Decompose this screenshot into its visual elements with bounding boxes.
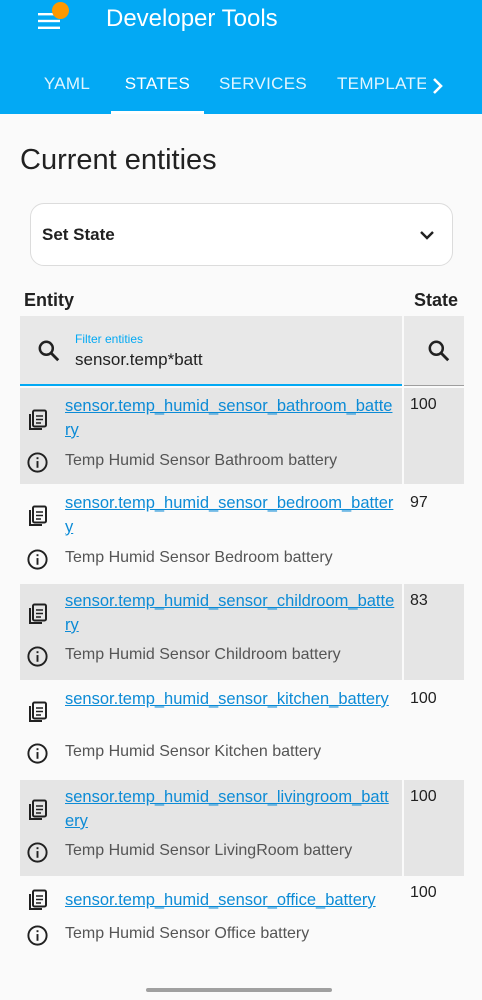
entity-id-link[interactable]: sensor.temp_humid_sensor_office_battery	[65, 888, 397, 912]
entity-id-link[interactable]: sensor.temp_humid_sensor_kitchen_battery	[65, 687, 397, 711]
clipboard-copy-icon[interactable]	[26, 700, 50, 724]
clipboard-copy-icon[interactable]	[26, 408, 50, 432]
chevron-down-icon	[420, 231, 434, 240]
app-title: Developer Tools	[106, 5, 278, 32]
clipboard-copy-icon[interactable]	[26, 504, 50, 528]
entity-friendly-name: Temp Humid Sensor Childroom battery	[65, 646, 341, 663]
table-row: sensor.temp_humid_sensor_bedroom_battery…	[20, 486, 464, 582]
table-row: sensor.temp_humid_sensor_office_battery …	[20, 878, 464, 958]
set-state-expander[interactable]: Set State	[30, 203, 453, 266]
entity-id-link[interactable]: sensor.temp_humid_sensor_childroom_batte…	[65, 589, 397, 637]
entity-cell: sensor.temp_humid_sensor_bedroom_battery…	[20, 486, 402, 582]
entity-id-link[interactable]: sensor.temp_humid_sensor_livingroom_batt…	[65, 785, 397, 833]
info-icon[interactable]	[26, 841, 49, 864]
search-icon	[428, 340, 450, 362]
table-row: sensor.temp_humid_sensor_childroom_batte…	[20, 584, 464, 680]
entity-friendly-name: Temp Humid Sensor Office battery	[65, 925, 310, 942]
filter-entities-label: Filter entities	[75, 332, 144, 346]
entity-friendly-name: Temp Humid Sensor LivingRoom battery	[65, 842, 353, 859]
search-icon	[38, 340, 60, 362]
tab-yaml[interactable]: YAML	[22, 56, 112, 114]
tab-services[interactable]: SERVICES	[210, 56, 316, 114]
table-row: sensor.temp_humid_sensor_kitchen_battery…	[20, 682, 464, 778]
state-filter-field[interactable]	[404, 316, 464, 386]
column-header-state[interactable]: State	[414, 290, 458, 311]
clipboard-copy-icon[interactable]	[26, 798, 50, 822]
entity-cell: sensor.temp_humid_sensor_childroom_batte…	[20, 584, 402, 680]
tab-states[interactable]: STATES	[111, 56, 204, 114]
filter-entities-input[interactable]: sensor.temp*batt	[75, 350, 203, 370]
state-cell: 97	[410, 494, 428, 511]
page-title: Current entities	[20, 144, 217, 176]
entity-filter-field[interactable]: Filter entities sensor.temp*batt	[20, 316, 402, 386]
tab-bar: YAML STATES SERVICES TEMPLATE	[0, 56, 482, 114]
tab-template[interactable]: TEMPLATE	[330, 56, 426, 114]
app-header: Developer Tools YAML STATES SERVICES TEM…	[0, 0, 482, 114]
entity-friendly-name: Temp Humid Sensor Kitchen battery	[65, 743, 322, 760]
entity-id-link[interactable]: sensor.temp_humid_sensor_bedroom_battery	[65, 491, 397, 539]
entity-cell: sensor.temp_humid_sensor_office_battery …	[20, 878, 402, 958]
table-row: sensor.temp_humid_sensor_livingroom_batt…	[20, 780, 464, 876]
clipboard-copy-icon[interactable]	[26, 888, 50, 912]
state-cell: 100	[410, 884, 437, 901]
table-row: sensor.temp_humid_sensor_bathroom_batter…	[20, 388, 464, 484]
info-icon[interactable]	[26, 742, 49, 765]
column-header-entity[interactable]: Entity	[24, 290, 74, 311]
state-cell: 100	[404, 780, 464, 876]
entity-cell: sensor.temp_humid_sensor_livingroom_batt…	[20, 780, 402, 876]
entity-friendly-name: Temp Humid Sensor Bedroom battery	[65, 549, 333, 566]
info-icon[interactable]	[26, 645, 49, 668]
entity-id-link[interactable]: sensor.temp_humid_sensor_bathroom_batter…	[65, 394, 397, 442]
entity-cell: sensor.temp_humid_sensor_kitchen_battery…	[20, 682, 402, 778]
set-state-label: Set State	[42, 225, 115, 244]
state-cell: 83	[404, 584, 464, 680]
info-icon[interactable]	[26, 924, 49, 947]
state-cell: 100	[410, 690, 437, 707]
entity-cell: sensor.temp_humid_sensor_bathroom_batter…	[20, 388, 402, 484]
chevron-right-icon[interactable]	[428, 76, 448, 96]
info-icon[interactable]	[26, 548, 49, 571]
home-indicator[interactable]	[146, 988, 332, 992]
entity-friendly-name: Temp Humid Sensor Bathroom battery	[65, 452, 338, 469]
notification-badge	[52, 2, 69, 19]
state-cell: 100	[404, 388, 464, 484]
info-icon[interactable]	[26, 451, 49, 474]
clipboard-copy-icon[interactable]	[26, 602, 50, 626]
